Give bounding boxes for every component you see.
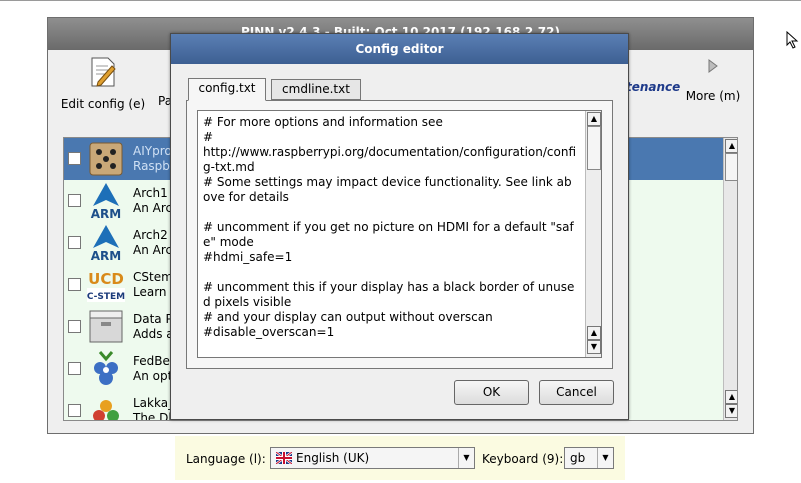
keyboard-label: Keyboard (9): xyxy=(482,452,564,466)
os-description: Raspbi xyxy=(133,159,174,173)
language-value: English (UK) xyxy=(296,451,370,465)
edit-config-label: Edit config (e) xyxy=(60,97,146,111)
os-name: Arch1 xyxy=(133,186,168,200)
svg-text:ARM: ARM xyxy=(91,249,121,262)
os-name: FedBer xyxy=(133,354,175,368)
os-description: An opt xyxy=(133,369,173,383)
os-checkbox[interactable] xyxy=(68,236,81,249)
data-partition-icon xyxy=(89,310,123,343)
ok-button[interactable]: OK xyxy=(454,380,529,405)
scroll-thumb[interactable] xyxy=(587,126,601,170)
language-bar: Language (l): English (UK) ▼ Keyboard (9… xyxy=(175,436,625,480)
more-button[interactable]: More (m) xyxy=(678,56,748,103)
os-name: Lakka_ xyxy=(133,396,175,410)
lakka-icon xyxy=(93,400,119,420)
cancel-button[interactable]: Cancel xyxy=(539,380,614,405)
tab-cmdline[interactable]: cmdline.txt xyxy=(271,79,361,100)
scroll-up-button[interactable]: ▲ xyxy=(587,326,601,340)
dialog-title: Config editor xyxy=(171,34,628,64)
os-checkbox[interactable] xyxy=(68,278,81,291)
language-label: Language (l): xyxy=(186,452,266,466)
language-select[interactable]: English (UK) ▼ xyxy=(270,447,475,469)
os-checkbox[interactable] xyxy=(68,362,81,375)
uk-flag-icon xyxy=(276,452,292,464)
os-checkbox[interactable] xyxy=(68,194,81,207)
chevron-down-icon[interactable]: ▼ xyxy=(458,448,474,468)
scroll-thumb[interactable] xyxy=(725,153,737,181)
os-checkbox[interactable] xyxy=(68,320,81,333)
svg-text:C-STEM: C-STEM xyxy=(87,292,125,302)
keyboard-value: gb xyxy=(570,451,586,465)
svg-text:ARM: ARM xyxy=(91,207,121,220)
os-description: An Arc xyxy=(133,243,173,257)
os-name: AIYpro xyxy=(133,144,172,158)
chevron-down-icon[interactable]: ▼ xyxy=(597,448,613,468)
config-editor-dialog: Config editor # For more options and inf… xyxy=(170,33,629,420)
scroll-up-button[interactable]: ▲ xyxy=(725,139,737,153)
os-description: The Dl xyxy=(133,411,172,421)
scroll-down-button[interactable]: ▼ xyxy=(587,340,601,354)
os-name: Data P xyxy=(133,312,173,326)
more-label: More (m) xyxy=(685,89,741,103)
os-name: CStem xyxy=(133,270,173,284)
config-text-editor[interactable]: # For more options and information see #… xyxy=(197,110,602,358)
desktop-top-edge xyxy=(0,0,801,1)
tab-config[interactable]: config.txt xyxy=(188,78,266,101)
tab-panel: # For more options and information see #… xyxy=(186,100,613,369)
os-checkbox[interactable] xyxy=(68,404,81,417)
fedberry-icon xyxy=(94,351,118,385)
scroll-up-button[interactable]: ▲ xyxy=(587,112,601,126)
os-name: Arch2 xyxy=(133,228,168,242)
svg-text:UCD: UCD xyxy=(88,270,124,288)
os-description: Learn xyxy=(133,285,167,299)
aiy-cube-icon xyxy=(89,142,123,176)
more-arrow-icon xyxy=(708,59,718,73)
scroll-down-button[interactable]: ▼ xyxy=(725,404,737,418)
mouse-cursor-icon xyxy=(786,31,799,49)
os-description: An Arc xyxy=(133,201,173,215)
os-list-scrollbar[interactable]: ▲ ▲ ▼ xyxy=(723,138,737,420)
keyboard-select[interactable]: gb ▼ xyxy=(564,447,614,469)
edit-config-icon xyxy=(91,57,116,87)
os-description: Adds a xyxy=(133,327,174,341)
ucd-cstem-icon: UCD C-STEM xyxy=(87,270,125,302)
maintenance-label[interactable]: tenance xyxy=(626,80,680,94)
arm-logo-icon: ARM xyxy=(91,183,121,220)
scroll-up-button[interactable]: ▲ xyxy=(725,390,737,404)
edit-config-button[interactable]: Edit config (e) xyxy=(58,56,148,111)
config-text-content[interactable]: # For more options and information see #… xyxy=(203,115,578,340)
arm-logo-icon: ARM xyxy=(91,225,121,262)
os-checkbox[interactable] xyxy=(68,152,81,165)
editor-scrollbar[interactable]: ▲ ▲ ▼ xyxy=(585,111,601,357)
